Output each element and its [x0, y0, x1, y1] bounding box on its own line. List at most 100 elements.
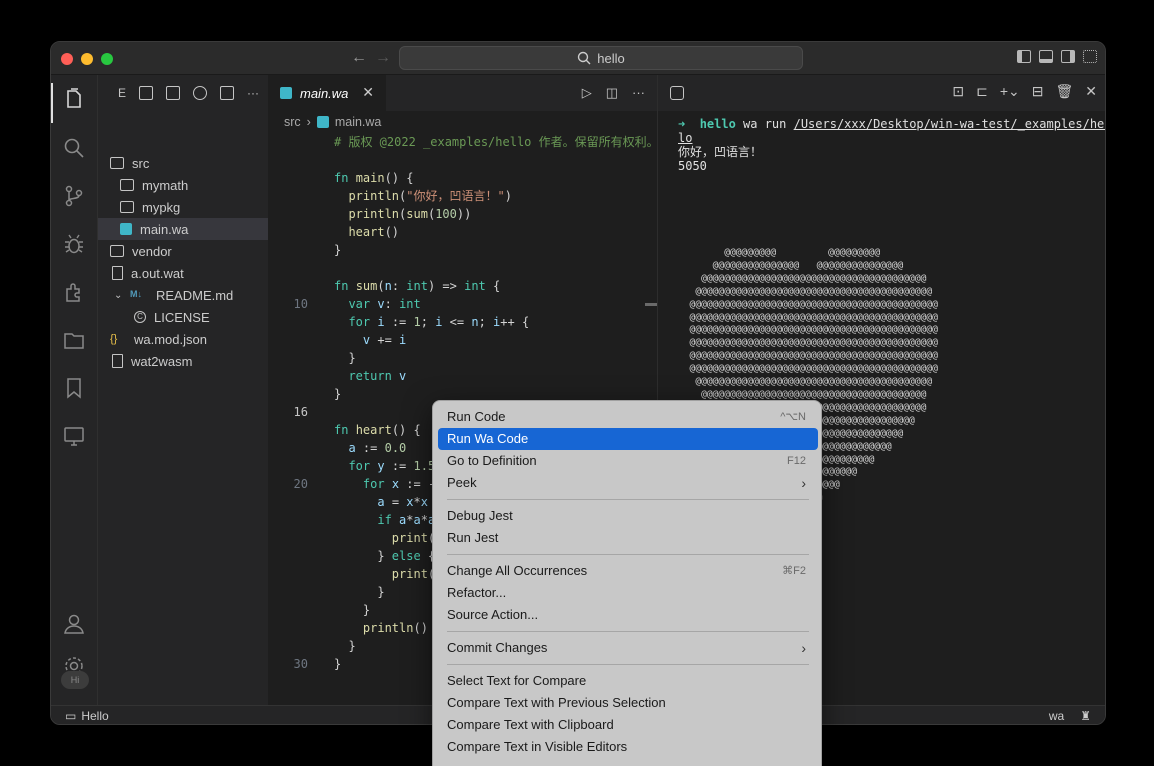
toggle-panel-icon[interactable]: [1039, 50, 1053, 63]
code-text: }: [334, 387, 342, 401]
menu-item-label: Refactor...: [447, 585, 507, 600]
code-line[interactable]: v += i: [268, 331, 658, 349]
code-line[interactable]: println("你好，凹语言！"): [268, 187, 658, 205]
folder-icon: [120, 179, 134, 191]
menu-item-compare-text-in-visible-editors[interactable]: Compare Text in Visible Editors: [438, 736, 818, 758]
tree-item-main-wa[interactable]: main.wa: [98, 218, 268, 240]
more-actions-icon[interactable]: ···: [632, 85, 645, 101]
close-window-button[interactable]: [61, 53, 73, 65]
explorer-icon[interactable]: [63, 88, 85, 110]
close-panel-icon[interactable]: ✕: [1085, 83, 1097, 100]
new-file-icon[interactable]: [139, 86, 154, 100]
code-line[interactable]: [268, 151, 658, 169]
terminal-icon[interactable]: [670, 86, 684, 100]
menu-item-go-to-definition[interactable]: Go to Definition F12: [438, 450, 818, 472]
file-icon: [112, 354, 123, 368]
code-line[interactable]: fn main() {: [268, 169, 658, 187]
command-center-search[interactable]: hello: [399, 46, 803, 70]
collapse-all-icon[interactable]: [220, 86, 235, 100]
menu-item-run-jest[interactable]: Run Jest: [438, 527, 818, 549]
menu-item-change-all-occurrences[interactable]: Change All Occurrences ⌘F2: [438, 560, 818, 582]
split-editor-icon[interactable]: ◫: [606, 85, 618, 101]
code-line[interactable]: 10 var v: int: [268, 295, 658, 313]
terminal-output[interactable]: ➜ hello wa run /Users/xxx/Desktop/win-wa…: [678, 117, 1105, 503]
account-icon[interactable]: [63, 613, 85, 635]
split-terminal-icon[interactable]: ⊟: [1032, 83, 1044, 100]
code-line[interactable]: [268, 259, 658, 277]
code-line[interactable]: for i := 1; i <= n; i++ {: [268, 313, 658, 331]
wa-file-icon: [120, 223, 132, 235]
customize-layout-icon[interactable]: [1083, 50, 1097, 63]
close-tab-icon[interactable]: ✕: [362, 84, 374, 101]
menu-item-compare-text-with-previous-selection[interactable]: Compare Text with Previous Selection: [438, 692, 818, 714]
new-terminal-icon[interactable]: +⌄: [1000, 83, 1020, 100]
menu-item-refactor[interactable]: Refactor...: [438, 582, 818, 604]
breadcrumb-folder[interactable]: src: [284, 115, 301, 129]
menu-item-label: Compare Text with Clipboard: [447, 717, 614, 732]
menu-item-commit-changes[interactable]: Commit Changes ›: [438, 637, 818, 659]
ai-badge-icon[interactable]: Hi: [61, 671, 89, 689]
remote-explorer-icon[interactable]: [63, 425, 85, 447]
code-text: }: [334, 351, 356, 365]
tree-item-vendor[interactable]: vendor: [98, 240, 268, 262]
tree-item-mypkg[interactable]: mypkg: [98, 196, 268, 218]
bookmark-icon[interactable]: [63, 377, 85, 399]
menu-item-run-wa-code[interactable]: Run Wa Code: [438, 428, 818, 450]
status-left[interactable]: ▭ Hello: [65, 709, 109, 723]
terminal-launch-profile-icon[interactable]: ⊡: [952, 83, 964, 100]
code-line[interactable]: }: [268, 349, 658, 367]
code-line[interactable]: }: [268, 241, 658, 259]
code-line[interactable]: heart(): [268, 223, 658, 241]
new-folder-icon[interactable]: [166, 86, 181, 100]
folder-icon[interactable]: [63, 329, 85, 351]
scrollbar-thumb[interactable]: [645, 303, 657, 306]
extensions-icon[interactable]: [63, 281, 85, 303]
minimize-window-button[interactable]: [81, 53, 93, 65]
kill-terminal-icon[interactable]: 🗑: [1055, 83, 1073, 100]
maximize-window-button[interactable]: [101, 53, 113, 65]
language-mode[interactable]: wa: [1049, 709, 1064, 723]
tree-item-label: mypkg: [142, 199, 181, 215]
tab-main-wa[interactable]: main.wa ✕: [268, 75, 386, 111]
toggle-secondary-sidebar-icon[interactable]: [1061, 50, 1075, 63]
tree-item-a-out-wat[interactable]: a.out.wat: [98, 262, 268, 284]
breadcrumb-file[interactable]: main.wa: [335, 115, 382, 129]
toggle-primary-sidebar-icon[interactable]: [1017, 50, 1031, 63]
terminal-bookmark-icon[interactable]: ⊏: [976, 83, 988, 100]
code-text: for x := -: [362, 477, 436, 491]
code-line[interactable]: return v: [268, 367, 658, 385]
menu-item-label: Compare Text with Previous Selection: [447, 695, 666, 710]
tree-item-license[interactable]: C LICENSE: [98, 306, 268, 328]
tree-item-wat2wasm[interactable]: wat2wasm: [98, 350, 268, 372]
heart-line: @@@@@@@@@@@@@@@@@@@@@@@@@@@@@@@@@@@@@@@@…: [678, 350, 938, 362]
file-icon: [112, 266, 123, 280]
tree-item-readme[interactable]: ⌄ M↓ README.md: [98, 284, 268, 306]
tree-item-label: main.wa: [140, 221, 189, 237]
source-control-icon[interactable]: [63, 185, 85, 207]
notifications-icon[interactable]: ♜: [1080, 709, 1091, 723]
menu-item-label: Peek: [447, 475, 477, 490]
menu-item-source-action[interactable]: Source Action...: [438, 604, 818, 626]
forward-arrow-icon[interactable]: →: [375, 48, 391, 68]
heart-line: @@@@@@@@@@@@@@@@@@@@@@@@@@@@@@@@@@@@@@@@…: [678, 311, 938, 323]
menu-item-peek[interactable]: Peek ›: [438, 472, 818, 494]
tree-item-mymath[interactable]: mymath: [98, 174, 268, 196]
search-icon[interactable]: [63, 137, 85, 159]
menu-item-compare-text-with-clipboard[interactable]: Compare Text with Clipboard: [438, 714, 818, 736]
wa-file-icon: [316, 116, 329, 128]
code-line[interactable]: fn sum(n: int) => int {: [268, 277, 658, 295]
tree-item-wa-mod-json[interactable]: {} wa.mod.json: [98, 328, 268, 350]
tree-item-label: LICENSE: [154, 309, 210, 325]
menu-item-run-code[interactable]: Run Code ^⌥N: [438, 406, 818, 428]
code-line[interactable]: println(sum(100)): [268, 205, 658, 223]
more-actions-icon[interactable]: ···: [247, 86, 259, 100]
code-line[interactable]: # 版权 @2022 _examples/hello 作者。保留所有权利。: [268, 133, 659, 151]
tree-item-src[interactable]: src: [98, 152, 268, 174]
menu-item-select-text-for-compare[interactable]: Select Text for Compare: [438, 670, 818, 692]
run-icon[interactable]: ▷: [582, 85, 592, 101]
debug-icon[interactable]: [63, 233, 85, 255]
back-arrow-icon[interactable]: ←: [351, 48, 367, 68]
code-text: for i := 1; i <= n; i++ {: [348, 315, 530, 329]
refresh-icon[interactable]: [193, 86, 208, 100]
menu-item-debug-jest[interactable]: Debug Jest: [438, 505, 818, 527]
